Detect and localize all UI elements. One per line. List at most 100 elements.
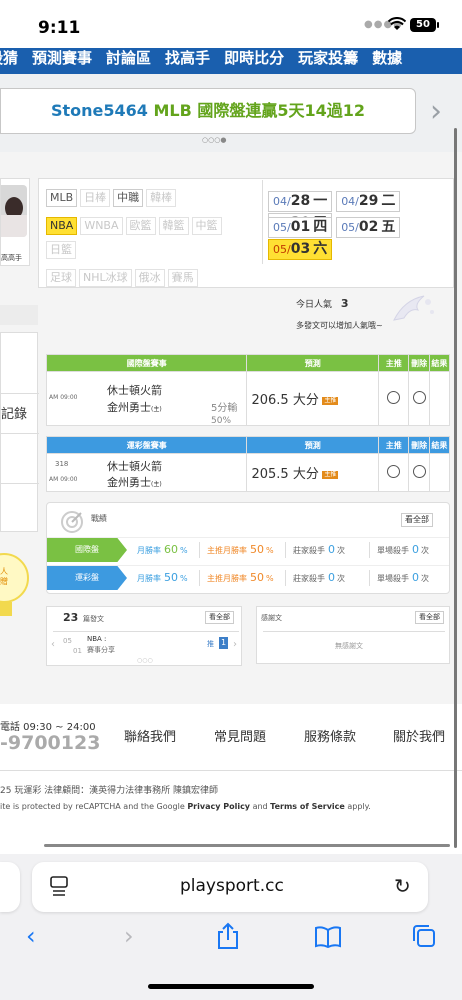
popularity-text: 今日人氣 <box>296 300 333 310</box>
col-header-result: 結果 <box>428 436 451 454</box>
date-tab[interactable]: 04/28 一 <box>268 191 333 212</box>
nav-item[interactable]: 玩家投籌 <box>298 49 358 67</box>
lottery-table-header: 運彩盤賽事 預測 主推 刪除 結果 <box>45 436 451 454</box>
league-tab[interactable]: 中職 <box>113 189 144 207</box>
league-tab[interactable]: 中籃 <box>191 217 222 235</box>
avatar[interactable] <box>1 185 27 237</box>
posts-count: 23 <box>63 611 79 624</box>
intl-table-header: 國際盤賽事 預測 主推 刪除 結果 <box>45 354 451 372</box>
profile-card: 高高手 <box>0 178 30 266</box>
col-header-result: 結果 <box>428 354 451 372</box>
league-tab[interactable]: 日籃 <box>46 241 76 259</box>
banner-user: Stone5464 <box>50 101 148 120</box>
league-tab[interactable]: MLB <box>46 189 78 207</box>
league-tab[interactable]: NHL冰球 <box>79 269 132 287</box>
record-stat: 單場殺手 0 次 <box>377 538 429 563</box>
promo-banner: Stone5464 MLB 國際盤連贏5天14過12 › ○○○● <box>0 74 462 152</box>
date-tab[interactable]: 05/03 六 <box>268 239 333 260</box>
date-month: 05/ <box>273 221 291 234</box>
league-tab[interactable]: 俄冰 <box>134 269 165 287</box>
record-stat: 主推月勝率 50% <box>207 566 274 591</box>
terms-link[interactable]: 服務條款 <box>304 726 356 745</box>
vertical-scrollbar[interactable] <box>454 128 457 848</box>
recaptcha-text: ite is protected by reCAPTCHA and the Go… <box>0 802 188 811</box>
forward-icon[interactable]: › <box>124 922 134 950</box>
col-header-prediction: 預測 <box>246 354 380 372</box>
contact-us-link[interactable]: 聯絡我們 <box>124 726 176 745</box>
date-month: 04/ <box>341 195 359 208</box>
thanks-label: 感謝文 <box>261 614 282 622</box>
nav-item[interactable]: 即時比分 <box>224 49 284 67</box>
team-home: 金州勇士(主) <box>107 399 162 415</box>
date-tab[interactable]: 05/02 五 <box>336 217 401 238</box>
record-stat: 單場殺手 0 次 <box>377 566 429 591</box>
league-tab[interactable]: 韓籃 <box>158 217 189 235</box>
sparkle-decoration-icon <box>384 290 438 330</box>
nav-item[interactable]: 找高手 <box>165 49 210 67</box>
stat-unit: % <box>180 546 188 555</box>
league-tab[interactable]: NBA <box>46 217 78 235</box>
delete-radio[interactable] <box>412 464 426 478</box>
reload-icon[interactable]: ↻ <box>394 874 411 898</box>
url-text: playsport.cc <box>180 876 284 896</box>
battery-icon: 50 <box>410 18 439 32</box>
chevron-right-icon[interactable]: › <box>430 94 442 129</box>
address-bar[interactable]: playsport.cc ↻ <box>32 862 428 912</box>
stat-value: 50 <box>250 543 264 556</box>
prediction-value: 205.5 大分 <box>251 467 319 482</box>
league-tab[interactable]: WNBA <box>80 217 123 235</box>
nav-item[interactable]: 數據 <box>372 49 402 67</box>
thanks-empty: 無感謝文 <box>335 642 363 650</box>
league-tab[interactable]: 韓棒 <box>146 189 177 207</box>
posts-pager: ○○○ <box>137 657 153 664</box>
privacy-link[interactable]: Privacy Policy <box>187 802 250 811</box>
nav-item[interactable]: 預測賽事 <box>32 49 92 67</box>
date-tab[interactable]: 05/01 四 <box>268 217 333 238</box>
col-header-delete: 刪除 <box>408 354 430 372</box>
banner-pager: ○○○● <box>202 136 227 144</box>
tos-link[interactable]: Terms of Service <box>270 802 345 811</box>
nav-item[interactable]: 殺猜 <box>0 49 18 67</box>
col-header-game: 國際盤賽事 <box>45 354 248 372</box>
chevron-right-icon[interactable]: › <box>233 639 237 650</box>
service-phone[interactable]: -9700123 <box>0 732 100 754</box>
faq-link[interactable]: 常見問題 <box>214 726 266 745</box>
nav-item[interactable]: 討論區 <box>106 49 151 67</box>
record-panel: 戰績 看全部 國際盤 月勝率 60% 主推月勝率 50% 莊家殺手 0 次單場殺手 0 次運彩盤月… <box>46 502 450 594</box>
league-tab[interactable]: 賽馬 <box>167 269 198 287</box>
back-icon[interactable]: ‹ <box>26 922 36 950</box>
prev-tab-peek[interactable] <box>0 862 20 912</box>
post-title[interactable]: 賽事分享 <box>87 645 115 655</box>
league-tab[interactable]: 足球 <box>46 269 76 287</box>
side-menu-item[interactable] <box>1 483 39 533</box>
posts-more-button[interactable]: 看全部 <box>205 611 234 624</box>
delete-radio[interactable] <box>412 390 426 404</box>
stat-value: 50 <box>250 571 264 584</box>
date-tab[interactable]: 04/29 二 <box>336 191 401 212</box>
date-weekday: 五 <box>381 219 396 235</box>
side-menu-item[interactable] <box>1 433 39 483</box>
league-tab[interactable]: 日棒 <box>80 189 111 207</box>
banner-card[interactable]: Stone5464 MLB 國際盤連贏5天14過12 <box>0 88 416 134</box>
main-radio[interactable] <box>387 390 401 404</box>
side-menu-record[interactable]: 記錄 <box>1 393 39 433</box>
share-icon[interactable] <box>216 922 240 954</box>
chevron-left-icon[interactable]: ‹ <box>51 639 55 650</box>
thanks-more-button[interactable]: 看全部 <box>415 611 444 624</box>
table-row: 318 AM 09:00 休士頓火箭 金州勇士(主) 205.5 大分 主推 <box>45 453 451 492</box>
stat-value: 50 <box>164 571 178 584</box>
main-radio[interactable] <box>387 464 401 478</box>
league-row-1: MLB 日棒 中職 韓棒 <box>46 186 179 207</box>
page-menu-icon[interactable] <box>50 876 68 900</box>
stat-unit: 次 <box>337 546 345 555</box>
game-number: 318 <box>55 460 69 468</box>
tabs-icon[interactable] <box>412 924 436 952</box>
browser-toolbar: playsport.cc ↻ ‹ › <box>0 854 462 1000</box>
stat-value: 0 <box>412 543 419 556</box>
record-more-button[interactable]: 看全部 <box>401 513 433 527</box>
league-tab[interactable]: 歐籃 <box>125 217 156 235</box>
divider <box>369 542 370 558</box>
bookmarks-icon[interactable] <box>314 926 342 952</box>
record-stat: 月勝率 50% <box>137 566 188 591</box>
about-link[interactable]: 關於我們 <box>393 726 445 745</box>
